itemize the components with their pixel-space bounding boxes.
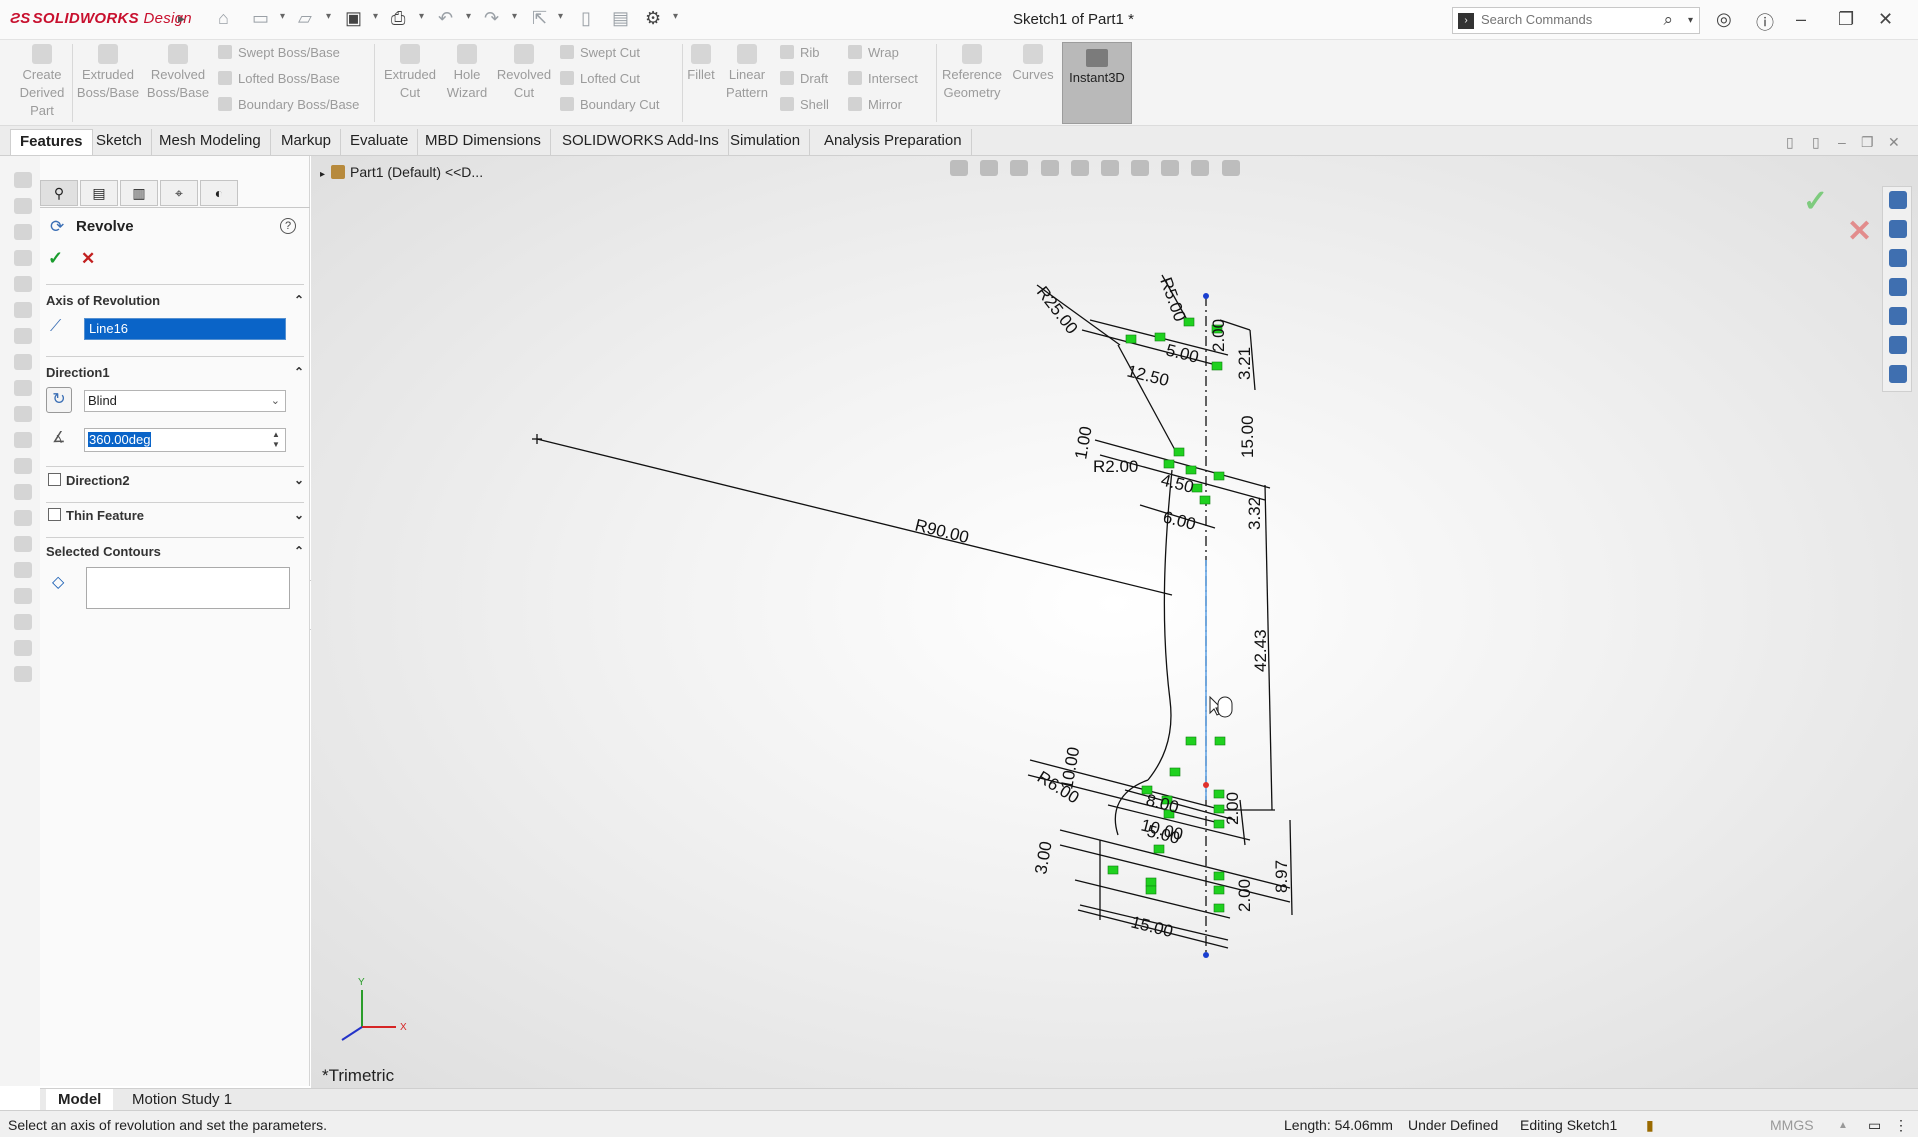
y-axis-label: Y — [358, 977, 365, 988]
sketch-canvas: R25.00 R5.00 5.00 12.50 2.00 3.21 15.00 … — [341, 274, 1293, 1041]
x-axis-label: X — [400, 1022, 407, 1033]
dim-4-5[interactable]: 4.50 — [1159, 470, 1196, 496]
dim-10-left[interactable]: 10.00 — [1057, 745, 1083, 790]
status-message: Select an axis of revolution and set the… — [8, 1117, 328, 1133]
chevron-up-icon[interactable]: ▲ — [1838, 1120, 1848, 1131]
sketch-point — [1203, 952, 1209, 958]
definition-status: Under Defined — [1408, 1117, 1499, 1133]
dim-2-low[interactable]: 2.00 — [1235, 879, 1254, 912]
relation-marker — [1185, 465, 1197, 475]
dim-3[interactable]: 3.00 — [1031, 840, 1055, 876]
view-orientation-label: *Trimetric — [322, 1066, 395, 1085]
sketch-point — [1203, 293, 1209, 299]
relation-marker — [1213, 903, 1225, 913]
dim-15-upper[interactable]: 15.00 — [1238, 415, 1257, 458]
dim-r25[interactable]: R25.00 — [1033, 283, 1082, 338]
sketch-line — [1117, 344, 1176, 451]
relation-marker — [1213, 471, 1225, 481]
customize-icon[interactable]: ⋮ — [1894, 1117, 1908, 1134]
tab-model[interactable]: Model — [46, 1089, 114, 1111]
rebuild-indicator-icon[interactable]: ▮ — [1646, 1117, 1654, 1134]
chat-icon[interactable]: ▭ — [1868, 1117, 1881, 1134]
model-tabs: Model Motion Study 1 — [40, 1088, 1918, 1111]
relation-marker — [1107, 865, 1119, 875]
dim-r90[interactable]: R90.00 — [913, 515, 971, 547]
dim-5[interactable]: 5.00 — [1164, 340, 1201, 366]
dim-1[interactable]: 1.00 — [1071, 425, 1095, 461]
dim-8[interactable]: 8.00 — [1144, 790, 1181, 816]
tab-motion-study[interactable]: Motion Study 1 — [120, 1089, 244, 1111]
relation-marker — [1153, 844, 1165, 854]
dim-8-97[interactable]: 8.97 — [1272, 860, 1291, 893]
relation-marker — [1145, 877, 1157, 887]
coordinate-triad: Y X — [341, 977, 407, 1041]
radius-dimension-line — [536, 438, 1173, 596]
sketch-point — [1203, 782, 1209, 788]
status-bar: Select an axis of revolution and set the… — [0, 1110, 1918, 1137]
relation-marker — [1125, 334, 1137, 344]
unit-system[interactable]: MMGS — [1770, 1117, 1814, 1133]
length-readout: Length: 54.06mm — [1284, 1117, 1393, 1133]
relation-marker — [1145, 885, 1157, 895]
relation-marker — [1214, 736, 1226, 746]
relation-marker — [1213, 871, 1225, 881]
z-axis-arrow — [341, 1026, 363, 1041]
relation-marker — [1199, 495, 1211, 505]
relation-marker — [1185, 736, 1197, 746]
sketch-line — [1059, 844, 1291, 903]
dim-3-32[interactable]: 3.32 — [1245, 497, 1264, 530]
relation-marker — [1169, 767, 1181, 777]
relation-marker — [1183, 317, 1195, 327]
relation-marker — [1211, 361, 1223, 371]
dim-r2[interactable]: R2.00 — [1093, 457, 1138, 476]
relation-marker — [1213, 885, 1225, 895]
sketch-geometry — [532, 274, 1293, 949]
dim-12-5[interactable]: 12.50 — [1125, 361, 1171, 390]
dim-2-top[interactable]: 2.00 — [1209, 319, 1228, 352]
dim-2-mid[interactable]: 2.00 — [1223, 792, 1242, 825]
dim-r5[interactable]: R5.00 — [1156, 275, 1189, 324]
relation-marker — [1163, 459, 1175, 469]
dim-42-43[interactable]: 42.43 — [1251, 629, 1270, 672]
dim-15-low[interactable]: 15.00 — [1129, 912, 1175, 941]
mouse-icon — [1217, 696, 1233, 718]
relation-marker — [1154, 332, 1166, 342]
dim-3-21[interactable]: 3.21 — [1235, 347, 1254, 380]
relation-marker — [1173, 447, 1185, 457]
editing-status: Editing Sketch1 — [1520, 1117, 1618, 1133]
